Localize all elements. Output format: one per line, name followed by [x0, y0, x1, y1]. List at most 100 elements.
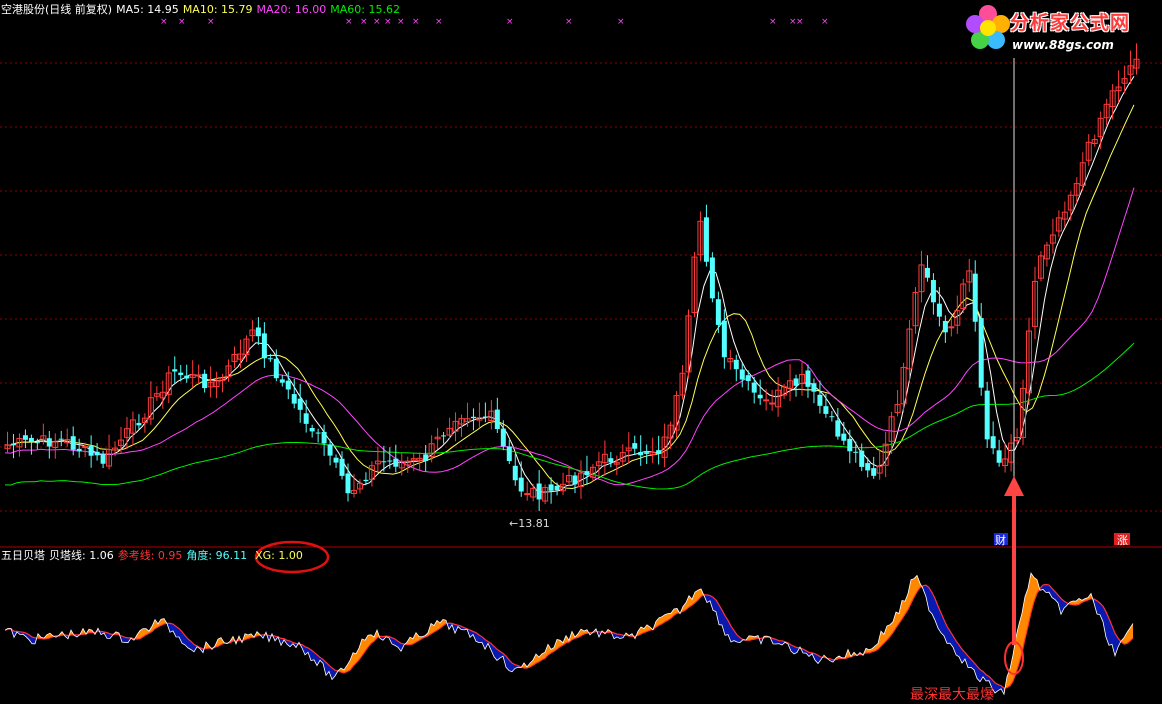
- candle-body-142: [853, 451, 859, 453]
- signal-x-mark-2: ×: [207, 17, 215, 27]
- signal-x-mark-3: ×: [345, 17, 353, 27]
- candle-body-91: [548, 484, 554, 491]
- candle-body-64: [387, 460, 393, 462]
- signal-x-mark-15: ×: [796, 17, 804, 27]
- signal-x-mark-5: ×: [373, 17, 381, 27]
- signal-x-mark-11: ×: [565, 17, 573, 27]
- candle-body-166: [996, 450, 1002, 463]
- candle-body-86: [518, 477, 524, 492]
- candle-body-4: [28, 437, 34, 443]
- low-price-label: ←13.81: [509, 517, 550, 530]
- beta-area-373: [1124, 632, 1127, 645]
- candle-body-85: [512, 465, 518, 481]
- candlesticks: [4, 43, 1140, 512]
- candle-body-57: [345, 473, 351, 494]
- signal-arrow-head: [1004, 476, 1024, 496]
- candle-body-54: [327, 444, 333, 456]
- candle-body-53: [321, 431, 327, 444]
- candle-body-92: [554, 485, 560, 491]
- candle-body-165: [990, 436, 996, 449]
- signal-x-mark-12: ×: [617, 17, 625, 27]
- candle-body-83: [500, 428, 506, 447]
- candle-body-156: [936, 303, 942, 317]
- signal-marks: × × × × × × × × × × × × × × × × ×: [160, 17, 829, 27]
- candle-body-65: [393, 458, 399, 467]
- candle-body-16: [100, 454, 106, 464]
- signal-x-mark-13: ×: [769, 17, 777, 27]
- ma20-label: MA20: 16.00: [256, 3, 327, 16]
- candle-body-33: [202, 373, 208, 389]
- candle-body-11: [70, 436, 76, 450]
- candle-body-135: [811, 383, 817, 392]
- signal-x-mark-0: ×: [160, 17, 168, 27]
- logo[interactable]: 分析家公式网 www.88gs.com: [956, 2, 1156, 60]
- candle-body-162: [972, 273, 978, 322]
- candle-body-28: [172, 369, 178, 372]
- candle-body-73: [441, 435, 447, 437]
- signal-x-mark-7: ×: [397, 17, 405, 27]
- candle-body-97: [584, 471, 590, 476]
- candle-body-164: [984, 390, 990, 440]
- xg-label: XG: 1.00: [255, 549, 303, 562]
- candle-body-60: [363, 479, 369, 482]
- candle-body-144: [865, 463, 871, 471]
- signal-x-mark-9: ×: [435, 17, 443, 27]
- candle-body-157: [942, 320, 948, 333]
- candle-body-143: [859, 450, 865, 467]
- candle-body-120: [721, 320, 727, 358]
- candle-body-14: [88, 446, 94, 456]
- candle-body-30: [184, 375, 190, 379]
- signal-x-mark-1: ×: [178, 17, 186, 27]
- candle-body-128: [769, 402, 776, 405]
- signal-x-mark-6: ×: [384, 17, 392, 27]
- ma60-label: MA60: 15.62: [330, 3, 400, 16]
- candle-body-9: [58, 438, 64, 440]
- ma5-label: MA5: 14.95: [116, 3, 179, 16]
- ma10-line: [4, 104, 1135, 490]
- candle-body-134: [805, 370, 811, 387]
- indicator-header: 五日贝塔 贝塔线: 1.06 参考线: 0.95 角度: 96.11 XG: 1.00: [1, 549, 307, 562]
- candle-body-3: [22, 435, 28, 440]
- candle-body-89: [536, 483, 542, 500]
- kline-chart[interactable]: × × × × × × × × × × × × × × × × ×: [0, 0, 1162, 703]
- angle-label: 角度: 96.11: [186, 549, 248, 562]
- candle-body-137: [823, 406, 829, 414]
- candle-body-139: [835, 420, 841, 437]
- candle-body-15: [94, 451, 100, 456]
- candle-body-126: [757, 394, 763, 399]
- beta-line-label: 贝塔线: 1.06: [49, 549, 114, 562]
- candle-body-117: [703, 217, 709, 262]
- candle-body-138: [829, 416, 835, 418]
- reference-line-label: 参考线: 0.95: [117, 549, 183, 562]
- beta-line: [4, 572, 1134, 696]
- candle-body-123: [739, 369, 745, 380]
- price-grid: [0, 62, 1162, 512]
- stock-title: 空港股份(日线 前复权): [1, 3, 113, 16]
- candle-body-80: [482, 416, 488, 418]
- candle-body-49: [297, 398, 303, 410]
- signal-x-mark-16: ×: [821, 17, 829, 27]
- candle-body-84: [506, 446, 512, 462]
- candle-body-63: [381, 461, 387, 463]
- candle-body-154: [924, 267, 930, 278]
- chart-header: 空港股份(日线 前复权) MA5: 14.95 MA10: 15.79 MA20: 1…: [1, 3, 404, 16]
- cai-marker: 财: [995, 534, 1006, 547]
- candle-body-56: [339, 458, 345, 476]
- candle-body-29: [178, 372, 184, 376]
- candle-body-101: [608, 458, 614, 463]
- candle-body-46: [279, 379, 285, 383]
- candle-body-118: [709, 257, 715, 299]
- candle-body-155: [930, 280, 936, 303]
- logo-url: www.88gs.com: [1012, 38, 1114, 52]
- candle-body-140: [841, 433, 847, 441]
- logo-title: 分析家公式网: [1010, 12, 1131, 34]
- candle-body-22: [136, 422, 142, 426]
- candle-body-32: [195, 374, 202, 377]
- candle-body-145: [871, 468, 877, 476]
- candle-body-82: [494, 409, 500, 430]
- candle-body-95: [572, 475, 578, 485]
- candle-body-122: [733, 359, 739, 370]
- candle-body-127: [763, 399, 770, 402]
- candle-body-106: [638, 452, 644, 456]
- candle-body-158: [948, 326, 955, 329]
